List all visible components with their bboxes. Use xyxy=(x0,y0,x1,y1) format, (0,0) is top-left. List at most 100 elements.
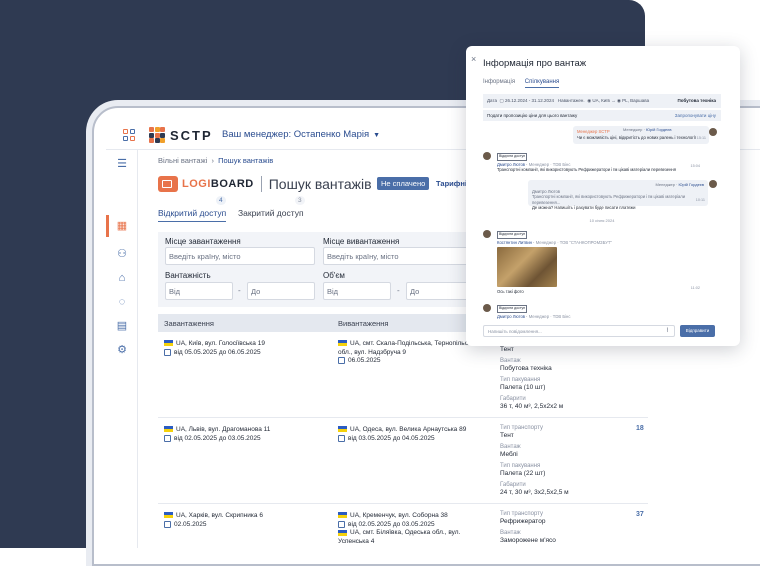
dims-value: 24 т, 30 м³, 3х2,5х2,5 м xyxy=(500,489,569,496)
cargo-label: Вантаж xyxy=(500,358,521,364)
table-row[interactable]: UA, Львів, вул. Драгоманова 11 від 02.05… xyxy=(158,418,648,504)
send-button[interactable]: Відправити xyxy=(680,325,715,337)
pack-value: Палета (10 шт) xyxy=(500,384,546,391)
capacity-label: Вантажність xyxy=(165,271,211,280)
sidebar-item-bank-icon[interactable]: ⌂ xyxy=(116,272,128,284)
loading-place-input[interactable]: Введіть країну, місто xyxy=(165,247,315,265)
menu-toggle-icon[interactable]: ☰ xyxy=(116,158,128,170)
calendar-icon xyxy=(164,434,171,442)
sidebar-item-users-icon[interactable]: ⚇ xyxy=(116,248,128,260)
offer-price-link[interactable]: Запропонувати ціну xyxy=(675,113,716,118)
calendar-icon xyxy=(338,357,345,364)
avatar xyxy=(483,304,491,312)
unloading-cell: UA, Одеса, вул. Велика Арнаутська 89 від… xyxy=(338,426,488,443)
tab-closed-count: 3 xyxy=(295,196,305,205)
cargo-details: Тип транспорту Рефрижератор Вантаж Заморож… xyxy=(500,510,620,548)
cargo-label: Вантаж xyxy=(500,530,521,536)
manager-selector[interactable]: Ваш менеджер: Остапенко Марія ▼ xyxy=(222,129,380,140)
pack-label: Тип пакування xyxy=(500,377,541,383)
ua-flag-icon xyxy=(338,426,347,433)
row-number: 18 xyxy=(636,425,644,432)
unpaid-badge: Не сплачено xyxy=(377,177,430,190)
tab-communication[interactable]: Спілкування xyxy=(524,79,560,88)
table-row[interactable]: UA, Харків, вул. Скрипника 6 02.05.2025 … xyxy=(158,504,648,548)
column-unloading: Вивантаження xyxy=(338,319,389,328)
sidebar-item-chat-icon[interactable]: ◌ xyxy=(116,296,128,308)
tab-information[interactable]: Інформація xyxy=(483,79,515,85)
attach-icon[interactable]: ⌇ xyxy=(666,327,669,334)
chat-message: Відкрити доступ Дмитро Лютов · Менеджер … xyxy=(497,305,571,319)
sidebar: ☰ ▦ ⚇ ⌂ ◌ ▤ ⚙ xyxy=(106,150,138,548)
volume-label: Об'єм xyxy=(323,271,345,280)
breadcrumb-current[interactable]: Пошук вантажів xyxy=(218,156,273,165)
tab-open-access[interactable]: Відкритий доступ 4 xyxy=(158,196,227,222)
ua-flag-icon xyxy=(164,340,173,347)
sidebar-item-settings-icon[interactable]: ⚙ xyxy=(116,344,128,356)
filter-panel: Місце завантаження Введіть країну, місто… xyxy=(158,232,478,307)
cargo-type-value: Побутова техніка xyxy=(677,98,717,103)
message-input[interactable]: Напишіть повідомлення... xyxy=(483,325,675,337)
cargo-photo[interactable] xyxy=(497,247,557,288)
ua-flag-icon xyxy=(164,426,173,433)
row-number: 37 xyxy=(636,511,644,518)
calendar-icon xyxy=(164,348,171,356)
transport-value: Тент xyxy=(500,346,514,353)
chat-thread: Менеджер SCTP Чи є можливість ціні, відк… xyxy=(483,124,721,322)
capacity-from-input[interactable]: Від xyxy=(165,282,233,300)
dims-value: 36 т, 40 м³, 2,5х2х2 м xyxy=(500,403,564,410)
logiboard-logo: LOGIBOARD xyxy=(182,178,254,190)
sctp-logo[interactable]: SCTP xyxy=(149,127,213,143)
chat-message: Менеджер · Юрій Гордеєв Дмитро Лютов Тра… xyxy=(528,180,708,210)
close-icon[interactable]: × xyxy=(471,54,476,64)
ua-flag-icon xyxy=(338,340,347,347)
logo-text: SCTP xyxy=(170,127,213,143)
avatar xyxy=(483,230,491,238)
cargo-info-panel: × Інформація про вантаж Інформація Спілк… xyxy=(466,46,740,346)
date-separator: 10 січня 2024 xyxy=(589,218,615,223)
calendar-icon xyxy=(164,520,171,528)
avatar xyxy=(709,128,717,136)
page-title: Пошук вантажів xyxy=(268,176,372,192)
loading-cell: UA, Харків, вул. Скрипника 6 02.05.2025 xyxy=(164,512,324,529)
panel-tabs: Інформація Спілкування xyxy=(483,79,567,88)
unloading-place-label: Місце вивантаження xyxy=(323,237,400,246)
sidebar-active-indicator xyxy=(106,215,109,237)
breadcrumb-root[interactable]: Вільні вантажі xyxy=(158,156,207,165)
route-bar: Дата ▢ 26.12.2024 - 31.12.2024 Навантаже… xyxy=(483,94,721,108)
cargo-label: Вантаж xyxy=(500,444,521,450)
manager-label: Ваш менеджер: Остапенко Марія xyxy=(222,129,370,140)
volume-from-input[interactable]: Від xyxy=(323,282,391,300)
loading-cell: UA, Львів, вул. Драгоманова 11 від 02.05… xyxy=(164,426,324,443)
tab-closed-access[interactable]: Закритий доступ 3 xyxy=(238,196,305,218)
pack-label: Тип пакування xyxy=(500,463,541,469)
chat-message: Відкрити доступ Дмитро Лютов · Менеджер … xyxy=(497,153,700,173)
ua-flag-icon xyxy=(338,529,347,536)
dims-label: Габарити xyxy=(500,482,526,488)
column-loading: Завантаження xyxy=(164,319,214,328)
avatar xyxy=(709,180,717,188)
ua-flag-icon xyxy=(338,512,347,519)
breadcrumb: Вільні вантажі › Пошук вантажів xyxy=(158,156,273,165)
offer-text: Подати пропозицію ціни для цього вантажу xyxy=(487,113,578,118)
header-divider xyxy=(260,176,262,192)
loading-place-label: Місце завантаження xyxy=(165,237,241,246)
unloading-place-input[interactable]: Введіть країну, місто xyxy=(323,247,478,265)
transport-value: Тент xyxy=(500,432,514,439)
logo-mark-icon xyxy=(149,127,165,143)
apps-grid-icon[interactable] xyxy=(123,129,135,141)
cargo-value: Побутова техніка xyxy=(500,365,552,372)
truck-icon xyxy=(158,176,178,192)
sidebar-item-calendar-icon[interactable]: ▤ xyxy=(116,320,128,332)
panel-title: Інформація про вантаж xyxy=(483,58,587,69)
page-header: LOGIBOARD Пошук вантажів xyxy=(158,174,372,194)
avatar xyxy=(483,152,491,160)
tab-open-count: 4 xyxy=(216,196,226,205)
caret-down-icon: ▼ xyxy=(373,132,381,139)
capacity-to-input[interactable]: До xyxy=(247,282,315,300)
pack-value: Палета (22 шт) xyxy=(500,470,546,477)
sidebar-item-cargo-icon[interactable]: ▦ xyxy=(116,220,128,232)
unloading-cell: UA, смт. Скала-Подільська, Тернопільська… xyxy=(338,340,478,365)
cargo-details: Тип транспорту Тент Вантаж Меблі Тип пакув… xyxy=(500,424,620,500)
capacity-range-dash: - xyxy=(238,286,241,295)
calendar-icon xyxy=(338,520,345,528)
